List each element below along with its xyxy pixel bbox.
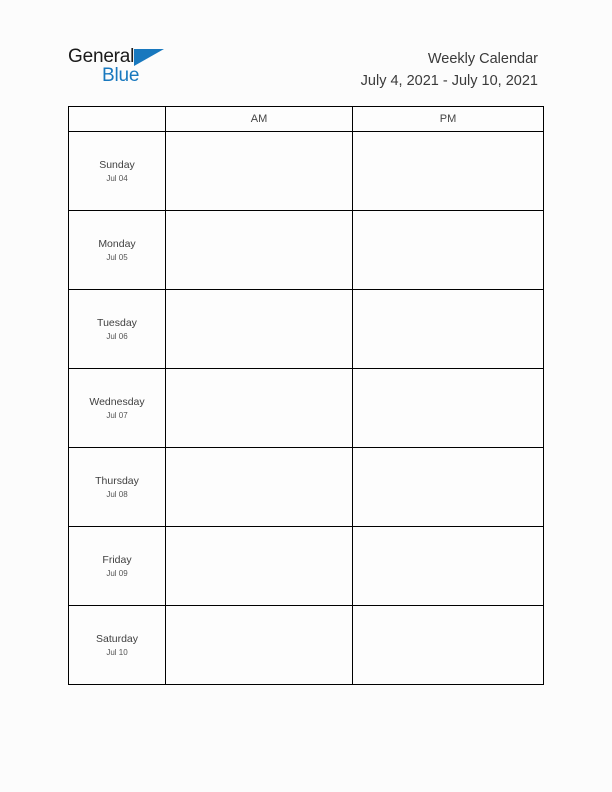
slot-am-wednesday[interactable] xyxy=(165,368,353,448)
day-cell-tuesday: Tuesday Jul 06 xyxy=(68,289,166,369)
day-cell-thursday: Thursday Jul 08 xyxy=(68,447,166,527)
slot-pm-friday[interactable] xyxy=(352,526,544,606)
slot-pm-saturday[interactable] xyxy=(352,605,544,685)
slot-am-tuesday[interactable] xyxy=(165,289,353,369)
day-name-label: Monday xyxy=(98,237,136,250)
page-title: Weekly Calendar xyxy=(427,51,538,67)
header-cell-pm: PM xyxy=(352,106,544,132)
table-row: Thursday Jul 08 xyxy=(68,447,544,527)
slot-pm-monday[interactable] xyxy=(352,210,544,290)
table-row: Friday Jul 09 xyxy=(68,526,544,606)
day-name-label: Thursday xyxy=(95,474,139,487)
slot-pm-wednesday[interactable] xyxy=(352,368,544,448)
day-name-label: Wednesday xyxy=(89,395,145,408)
day-cell-monday: Monday Jul 05 xyxy=(68,210,166,290)
slot-am-thursday[interactable] xyxy=(165,447,353,527)
day-cell-saturday: Saturday Jul 10 xyxy=(68,605,166,685)
table-row: Saturday Jul 10 xyxy=(68,605,544,685)
slot-pm-sunday[interactable] xyxy=(352,131,544,211)
title-block: Weekly Calendar July 4, 2021 - July 10, … xyxy=(198,48,538,92)
day-date-label: Jul 10 xyxy=(106,647,128,657)
page-header: General Blue Weekly Calendar July 4, 202… xyxy=(0,0,612,106)
slot-am-saturday[interactable] xyxy=(165,605,353,685)
logo-text-blue: Blue xyxy=(102,65,140,86)
date-range-label: July 4, 2021 - July 10, 2021 xyxy=(360,73,538,89)
day-name-label: Sunday xyxy=(99,158,135,171)
slot-pm-thursday[interactable] xyxy=(352,447,544,527)
day-name-label: Tuesday xyxy=(97,316,137,329)
day-date-label: Jul 06 xyxy=(106,331,128,341)
table-row: Sunday Jul 04 xyxy=(68,131,544,211)
day-date-label: Jul 05 xyxy=(106,252,128,262)
slot-am-sunday[interactable] xyxy=(165,131,353,211)
table-row: Tuesday Jul 06 xyxy=(68,289,544,369)
header-cell-day xyxy=(68,106,166,132)
day-cell-friday: Friday Jul 09 xyxy=(68,526,166,606)
day-date-label: Jul 09 xyxy=(106,568,128,578)
day-cell-sunday: Sunday Jul 04 xyxy=(68,131,166,211)
table-row: Monday Jul 05 xyxy=(68,210,544,290)
slot-am-monday[interactable] xyxy=(165,210,353,290)
day-name-label: Friday xyxy=(102,553,132,566)
table-header-row: AM PM xyxy=(68,106,544,132)
day-date-label: Jul 07 xyxy=(106,410,128,420)
header-cell-am: AM xyxy=(165,106,353,132)
table-row: Wednesday Jul 07 xyxy=(68,368,544,448)
day-date-label: Jul 04 xyxy=(106,173,128,183)
logo-bottom-line: Blue xyxy=(102,65,212,87)
slot-pm-tuesday[interactable] xyxy=(352,289,544,369)
day-name-label: Saturday xyxy=(95,632,139,645)
slot-am-friday[interactable] xyxy=(165,526,353,606)
logo-triangle-icon xyxy=(134,49,165,66)
weekly-calendar-table: AM PM Sunday Jul 04 Monday Jul 05 Tuesda… xyxy=(68,106,544,685)
day-cell-wednesday: Wednesday Jul 07 xyxy=(68,368,166,448)
day-date-label: Jul 08 xyxy=(106,489,128,499)
